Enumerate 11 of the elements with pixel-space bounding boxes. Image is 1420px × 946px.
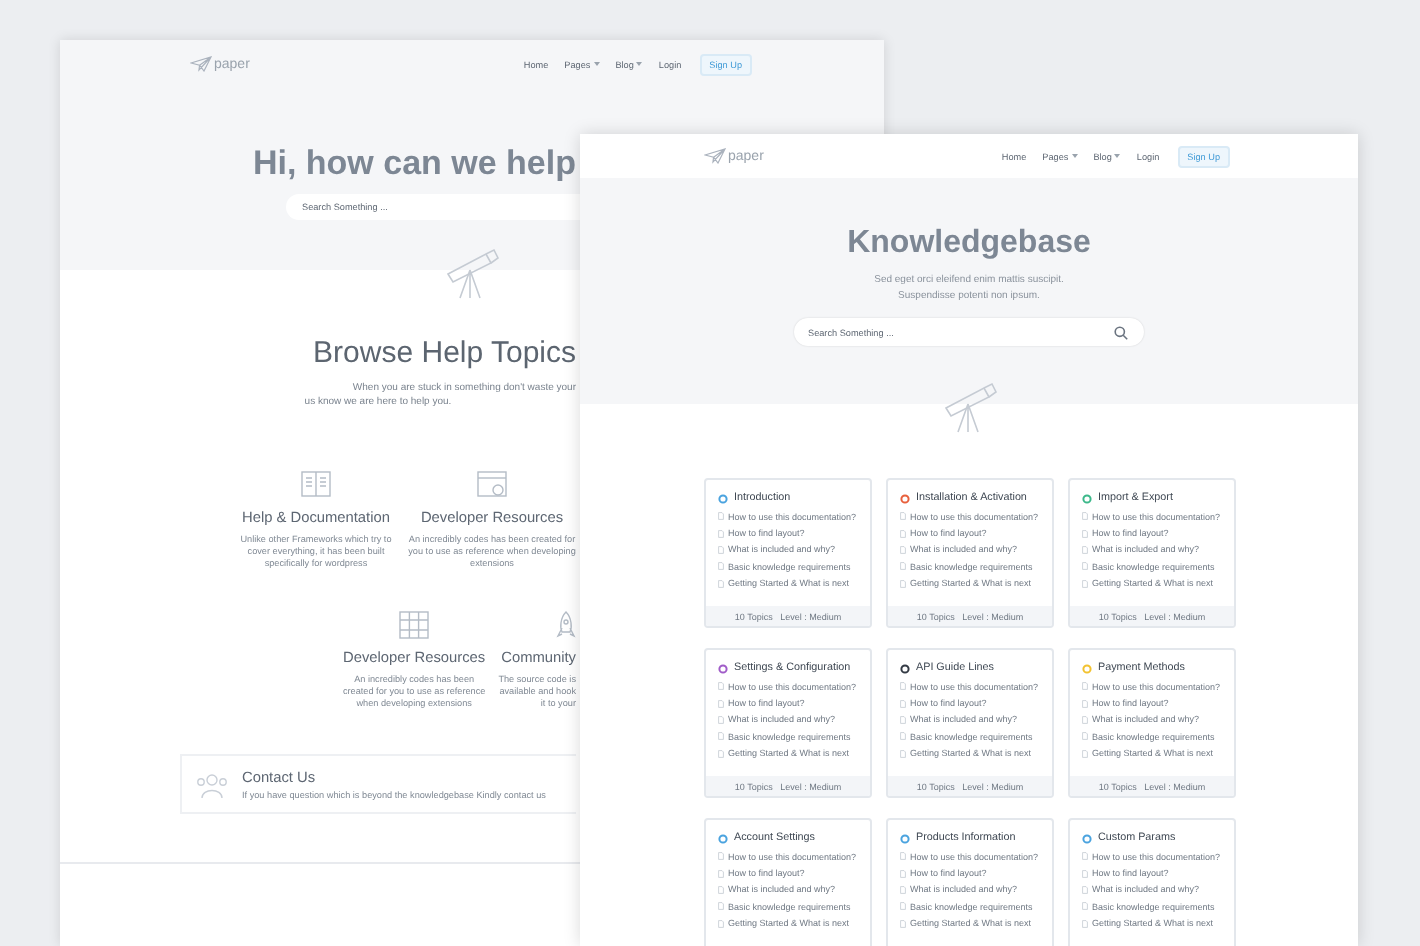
document-icon [300,470,332,500]
section-title: Browse Help Topics [311,336,576,370]
logo-icon [704,148,726,164]
bookshelf-icon [398,610,431,640]
browser-window-icon [476,470,508,500]
team-icon [194,769,230,799]
logo-icon [190,56,212,72]
page-title: Knowledgebase [847,226,1091,262]
search-icon [1114,325,1128,339]
hero-title: Hi, how can we help [250,144,576,184]
rocket-icon [556,610,576,640]
